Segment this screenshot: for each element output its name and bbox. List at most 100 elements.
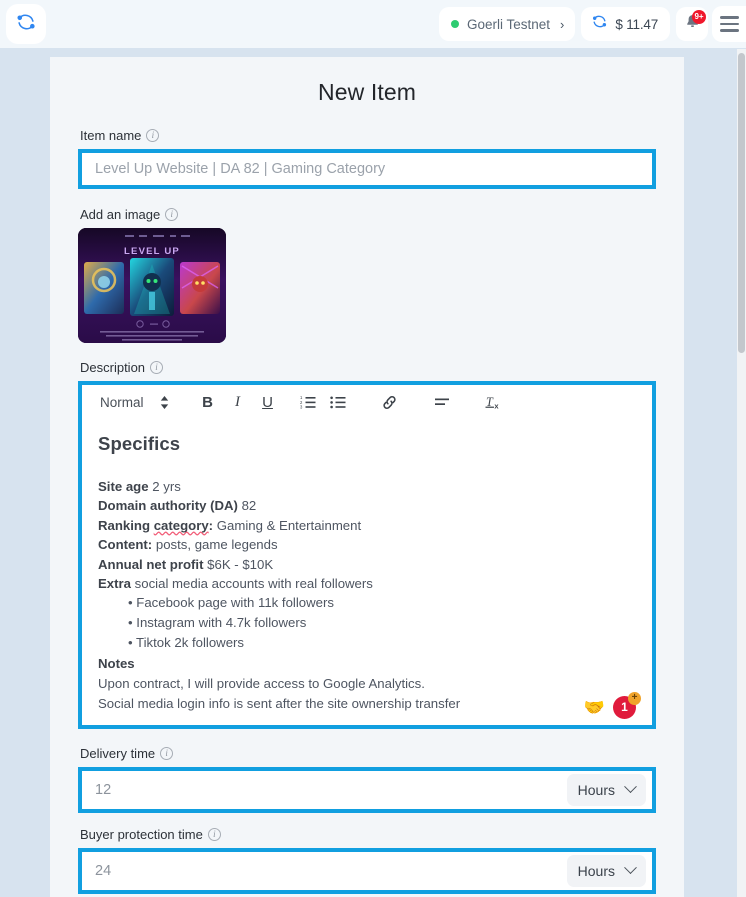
handshake-emoji-icon: 🤝 (583, 697, 605, 717)
delivery-time-field-group: Delivery time i 12 Hours (78, 746, 656, 813)
spec-value: Gaming & Entertainment (213, 517, 362, 533)
spec-value: 82 (237, 498, 257, 514)
delivery-time-unit-select[interactable]: Hours (566, 773, 646, 806)
item-name-label-row: Item name i (80, 128, 656, 143)
spec-line-extra: Extra social media accounts with real fo… (98, 574, 636, 593)
svg-text:LEVEL UP: LEVEL UP (124, 246, 180, 257)
delivery-time-input[interactable]: 12 Hours (78, 766, 656, 813)
format-dropdown-label: Normal (100, 394, 144, 410)
description-heading: Specifics (98, 433, 181, 454)
spec-label: Site age (98, 479, 149, 494)
new-item-form-card: New Item Item name i Level Up Website | … (50, 57, 684, 897)
spec-line-annual-profit: Annual net profit $6K - $10K (98, 555, 636, 574)
format-dropdown[interactable]: Normal (100, 395, 169, 410)
bullet-list-button[interactable] (323, 395, 353, 409)
spec-label: Domain authority (DA) (98, 498, 238, 514)
hamburger-menu-icon-bar2 (719, 22, 739, 26)
hamburger-menu-button[interactable] (712, 6, 746, 42)
page-body: New Item Item name i Level Up Website | … (0, 48, 746, 897)
up-down-arrows-icon (160, 395, 169, 409)
spec-value: 2 yrs (148, 479, 181, 494)
info-icon[interactable]: i (207, 827, 221, 841)
circular-arrows-token-icon (591, 13, 608, 35)
hamburger-menu-icon-bar3 (719, 29, 739, 32)
buyer-protection-time-unit-label: Hours (577, 862, 615, 879)
chevron-right-icon: › (560, 16, 565, 32)
chevron-down-icon (624, 780, 637, 794)
info-icon[interactable]: i (160, 746, 174, 760)
delivery-time-unit-label: Hours (577, 781, 615, 798)
bullet-text: Facebook page with 11k followers (136, 595, 334, 611)
spec-line-ranking-category: Ranking category: Gaming & Entertainment (98, 516, 636, 535)
spec-value: social media accounts with real follower… (131, 576, 373, 592)
list-item: • Tiktok 2k followers (128, 635, 245, 651)
item-name-label: Item name (80, 128, 142, 143)
scrollbar-thumb[interactable] (738, 53, 745, 353)
buyer-protection-time-label-row: Buyer protection time i (80, 827, 656, 842)
notifications-button[interactable]: 9+ (676, 7, 708, 41)
add-image-label: Add an image (80, 207, 161, 222)
status-badge[interactable]: 1 + (613, 691, 641, 719)
align-button[interactable] (427, 396, 457, 408)
clear-formatting-button[interactable]: T x (479, 394, 509, 410)
list-item: • Instagram with 4.7k followers (128, 615, 307, 631)
item-name-input[interactable]: Level Up Website | DA 82 | Gaming Catego… (78, 149, 656, 189)
info-icon[interactable]: i (150, 361, 164, 374)
page-scrollbar[interactable] (737, 49, 746, 897)
bullet-text: Instagram with 4.7k followers (136, 615, 307, 631)
editor-toolbar: Normal B I U 1 2 3 T x (82, 385, 652, 419)
description-field-group: Description i Normal B I U 1 2 3 T x Spe… (78, 360, 656, 729)
italic-button[interactable]: I (223, 394, 253, 411)
delivery-time-label-row: Delivery time i (80, 746, 656, 761)
link-button[interactable] (375, 395, 405, 410)
spec-line-site-age: Site age 2 yrs (98, 477, 636, 496)
buyer-protection-time-unit-select[interactable]: Hours (566, 854, 646, 887)
spec-label: Extra (98, 576, 131, 592)
buyer-protection-time-field-group: Buyer protection time i 24 Hours (78, 827, 656, 894)
notes-heading: Notes (98, 655, 135, 671)
item-name-field-group: Item name i Level Up Website | DA 82 | G… (78, 128, 656, 189)
spec-line-content: Content: posts, game legends (98, 535, 636, 554)
add-image-label-row: Add an image i (80, 207, 656, 222)
spec-label: Annual net profit (98, 556, 204, 572)
description-text-area[interactable]: Specifics Site age 2 yrs Domain authorit… (82, 419, 652, 725)
info-icon[interactable]: i (165, 208, 179, 221)
buyer-protection-time-label: Buyer protection time (80, 826, 203, 842)
description-label-row: Description i (80, 360, 656, 375)
network-status-dot (450, 20, 459, 28)
svg-text:3: 3 (300, 404, 303, 409)
spec-value: posts, game legends (152, 537, 278, 553)
misspelled-word: category (153, 517, 209, 533)
info-icon[interactable]: i (146, 129, 160, 142)
spec-label: Ranking (98, 517, 154, 533)
spec-label: Content: (98, 537, 153, 553)
circular-arrows-logo-icon (15, 11, 37, 38)
badge-count: 1 (621, 700, 628, 715)
spec-line-domain-authority: Domain authority (DA) 82 (98, 496, 636, 515)
bullet-text: Tiktok 2k followers (136, 635, 245, 651)
wallet-balance[interactable]: $ 11.47 (581, 7, 670, 41)
buyer-protection-time-input[interactable]: 24 Hours (78, 847, 656, 894)
add-image-field-group: Add an image i LEVEL UP (78, 207, 656, 343)
delivery-time-label: Delivery time (80, 745, 156, 761)
note-line: Social media login info is sent after th… (98, 696, 461, 712)
hamburger-menu-icon (719, 16, 739, 19)
chevron-down-icon (624, 861, 637, 875)
balance-amount: $ 11.47 (615, 16, 658, 32)
app-logo-button[interactable] (6, 4, 46, 44)
page-title: New Item (318, 79, 416, 105)
list-item: • Facebook page with 11k followers (128, 595, 334, 611)
ordered-list-button[interactable]: 1 2 3 (293, 395, 323, 409)
editor-badge-group: 🤝 1 + (583, 691, 641, 719)
bold-button[interactable]: B (193, 394, 223, 411)
description-label: Description (80, 360, 146, 375)
delivery-time-value: 12 (95, 781, 112, 798)
description-editor: Normal B I U 1 2 3 T x Specifics Site ag… (78, 381, 656, 729)
spec-value: $6K - $10K (203, 556, 274, 572)
svg-text:x: x (494, 402, 499, 410)
notification-count-badge: 9+ (692, 10, 706, 24)
underline-button[interactable]: U (253, 394, 283, 411)
network-selector[interactable]: Goerli Testnet › (438, 7, 576, 41)
buyer-protection-time-value: 24 (95, 862, 112, 879)
uploaded-image-thumbnail[interactable]: LEVEL UP (78, 228, 226, 343)
